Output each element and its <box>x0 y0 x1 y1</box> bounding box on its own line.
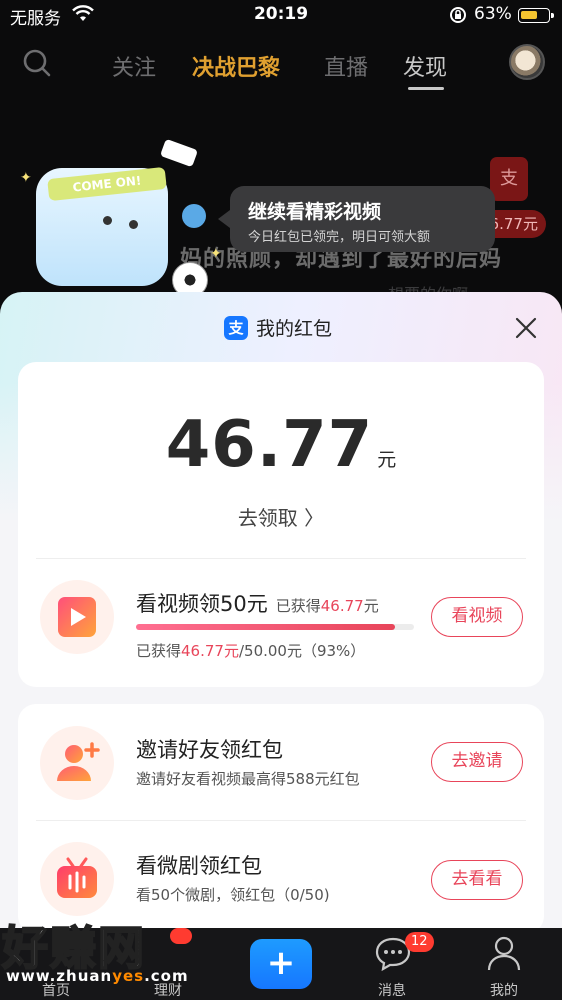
red-packet-icon[interactable]: 支 <box>490 157 528 201</box>
balance-value: 46.77 <box>165 408 374 482</box>
panel-header: 支 我的红包 <box>0 312 562 346</box>
watermark-url: www.zhuanyes.com <box>6 967 189 985</box>
tab-discover[interactable]: 发现 <box>403 50 447 82</box>
tab-messages[interactable]: 消息 <box>352 980 432 1000</box>
video-task-title-text: 看视频领50元 <box>136 592 268 616</box>
battery-fill <box>521 11 537 19</box>
divider <box>36 820 526 821</box>
alipay-logo-icon: 支 <box>224 316 248 340</box>
drama-task-icon <box>40 842 114 916</box>
drama-task-title: 看微剧领红包 <box>136 854 262 878</box>
balance-card: 46.77 元 去领取 〉 看视频领50元 已获得46.77元 已获得46.77元/… <box>18 362 544 687</box>
invite-button[interactable]: 去邀请 <box>431 742 523 782</box>
mascot-face <box>99 212 149 242</box>
active-tab-indicator <box>408 87 444 90</box>
video-task-icon <box>40 580 114 654</box>
message-badge: 12 <box>405 932 434 952</box>
tab-live[interactable]: 直播 <box>324 50 368 82</box>
play-icon <box>58 597 96 637</box>
claim-link[interactable]: 去领取 〉 <box>18 502 544 531</box>
divider <box>36 558 526 559</box>
shuttlecock-icon <box>159 138 199 168</box>
status-bar: 无服务 20:19 63% <box>0 0 562 30</box>
balance-unit: 元 <box>377 449 397 471</box>
sparkle-icon: ✦ <box>210 246 222 262</box>
battery-icon <box>518 8 554 23</box>
watch-drama-button[interactable]: 去看看 <box>431 860 523 900</box>
tip-subtitle: 今日红包已领完，明日可领大额 <box>248 230 431 245</box>
battery-percentage: 63% <box>474 4 512 24</box>
invite-task-subtitle: 邀请好友看视频最高得588元红包 <box>136 770 360 788</box>
search-icon[interactable] <box>22 48 52 78</box>
watermark: 好赚网 www.zhuanyes.com <box>0 912 200 1000</box>
mascot-illustration: ✦ ✦ COME ON! <box>14 138 222 298</box>
video-task-title: 看视频领50元 已获得46.77元 <box>136 588 379 618</box>
video-task-earned: 已获得46.77元 <box>275 597 379 615</box>
avatar[interactable] <box>509 44 545 80</box>
sparkle-icon: ✦ <box>20 170 32 186</box>
drama-task-subtitle: 看50个微剧，领红包（0/50) <box>136 886 330 904</box>
tv-icon <box>57 857 97 898</box>
panel-title: 我的红包 <box>256 318 333 340</box>
watch-video-button[interactable]: 看视频 <box>431 597 523 637</box>
video-task-progress-fill <box>136 624 395 630</box>
close-icon[interactable] <box>512 314 540 342</box>
invite-task-title: 邀请好友领红包 <box>136 738 283 762</box>
tasks-card: 邀请好友领红包 邀请好友看视频最高得588元红包 去邀请 看微剧领红包 看50个… <box>18 704 544 934</box>
invite-task-icon <box>40 726 114 800</box>
tip-bubble: 继续看精彩视频 今日红包已领完，明日可领大额 <box>218 186 495 252</box>
dumbbell-icon <box>182 204 206 228</box>
top-nav: 关注 决战巴黎 直播 发现 <box>0 40 562 90</box>
tab-mine[interactable]: 我的 <box>464 980 544 1000</box>
profile-icon[interactable] <box>486 934 522 972</box>
create-button[interactable]: + <box>250 939 312 989</box>
add-friend-icon <box>57 742 100 781</box>
rotation-lock-icon <box>450 7 466 23</box>
tab-paris-event[interactable]: 决战巴黎 <box>192 50 280 82</box>
balance-amount: 46.77 元 <box>18 408 544 482</box>
video-task-progress-text: 已获得46.77元/50.00元（93%） <box>136 642 366 660</box>
tip-title: 继续看精彩视频 <box>248 201 382 223</box>
tab-following[interactable]: 关注 <box>112 50 156 82</box>
video-task-progress <box>136 624 414 630</box>
